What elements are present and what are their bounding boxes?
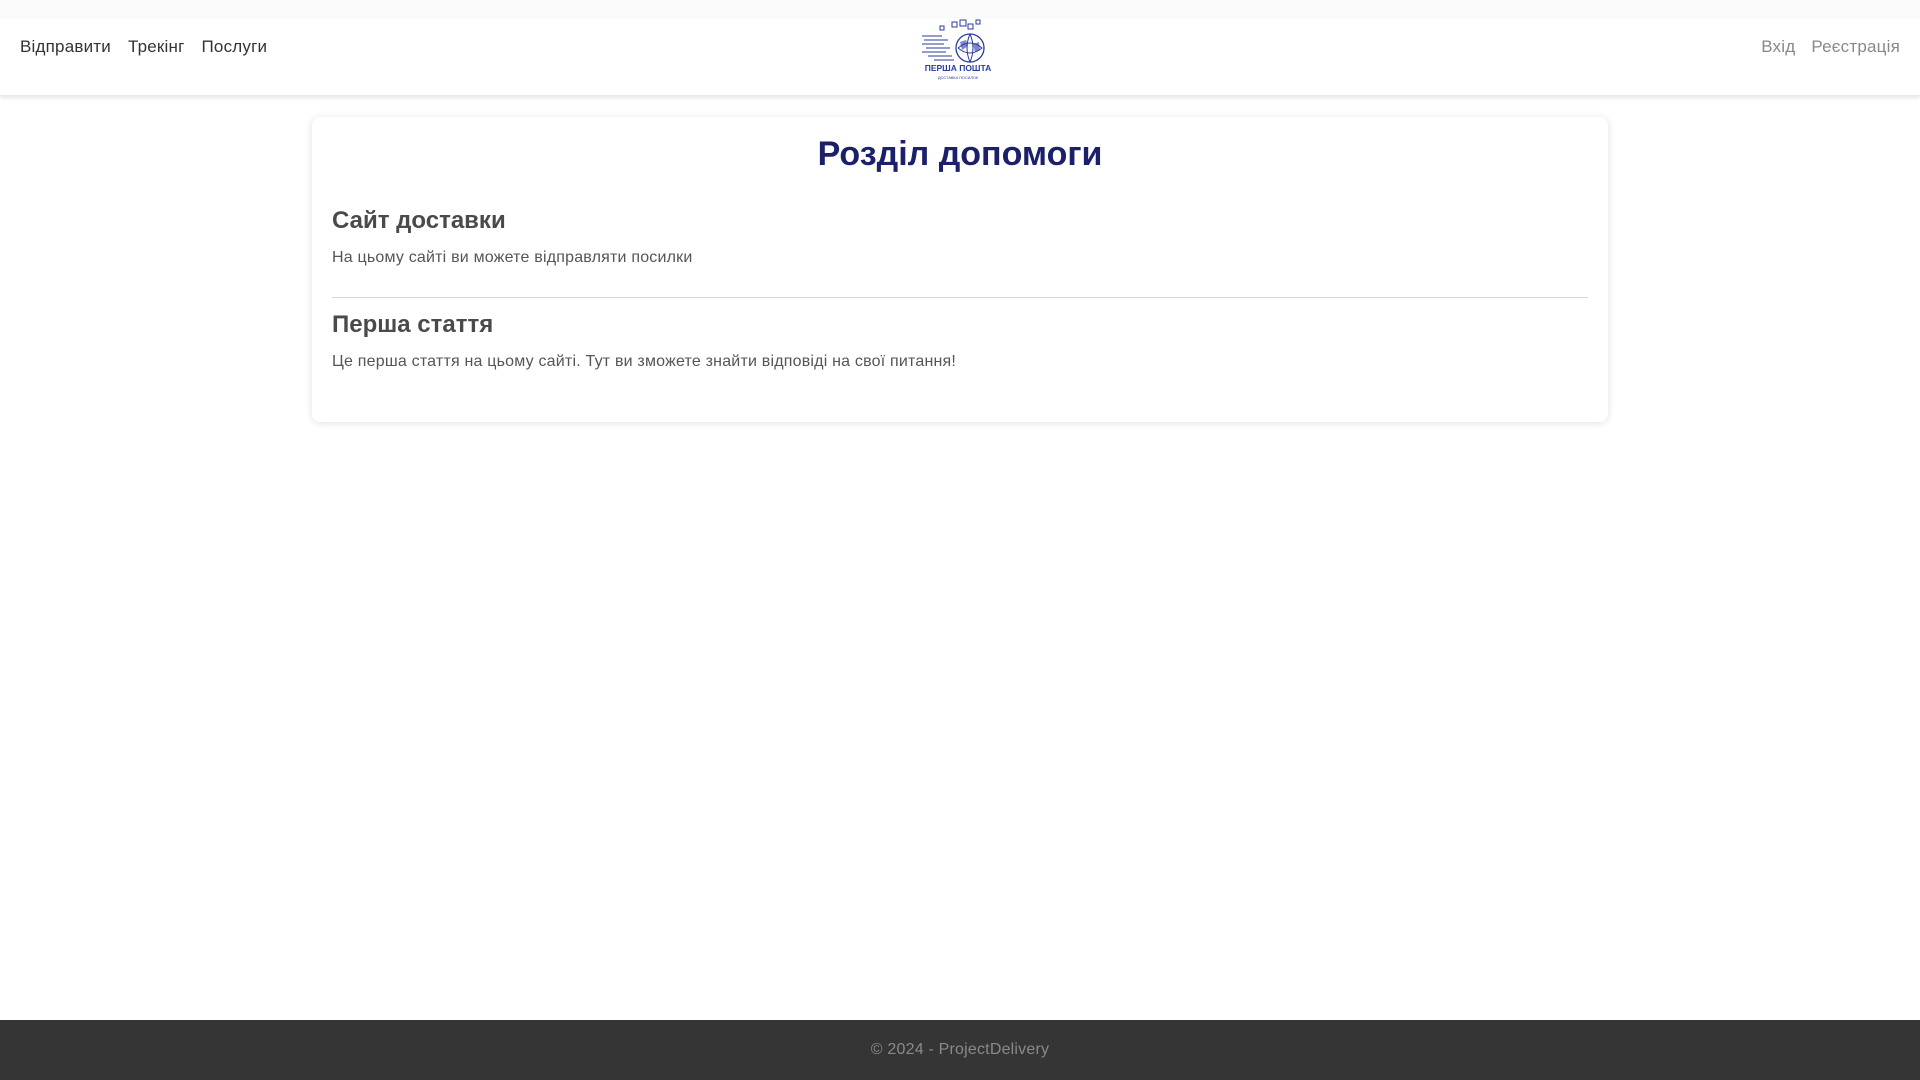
nav-link-login[interactable]: Вхід xyxy=(1761,37,1795,57)
page: Відправити Трекінг Послуги ПЕРША ПОШТА Д… xyxy=(0,0,1920,1080)
nav-right: Вхід Реєстрація xyxy=(1761,18,1900,76)
nav-link-register[interactable]: Реєстрація xyxy=(1811,37,1900,57)
article-heading: Перша стаття xyxy=(332,311,494,338)
nav-left: Відправити Трекінг Послуги xyxy=(20,18,267,76)
logo-icon: ПЕРША ПОШТА ДОСТАВКА ПОСИЛОК xyxy=(922,19,992,80)
help-card: Розділ допомоги Сайт доставки На цьому с… xyxy=(312,117,1608,422)
logo-sub-text: ДОСТАВКА ПОСИЛОК xyxy=(938,76,979,80)
top-strip xyxy=(0,0,1920,18)
article-divider xyxy=(332,297,1588,298)
article-heading: Сайт доставки xyxy=(332,207,506,234)
article-body: Це перша стаття на цьому сайті. Тут ви з… xyxy=(332,353,957,370)
navbar: Відправити Трекінг Послуги ПЕРША ПОШТА Д… xyxy=(0,18,1920,96)
article-item: Перша стаття Це перша стаття на цьому са… xyxy=(332,311,1588,371)
nav-link-tracking[interactable]: Трекінг xyxy=(128,37,185,57)
footer-copyright: © 2024 - ProjectDelivery xyxy=(870,1041,1050,1058)
page-title: Розділ допомоги xyxy=(817,135,1103,173)
logo-brand-text: ПЕРША ПОШТА xyxy=(925,63,992,73)
article-item: Сайт доставки На цьому сайті ви можете в… xyxy=(332,207,1588,267)
nav-link-services[interactable]: Послуги xyxy=(202,37,268,57)
site-logo[interactable]: ПЕРША ПОШТА ДОСТАВКА ПОСИЛОК xyxy=(920,18,996,82)
footer: © 2024 - ProjectDelivery xyxy=(0,1020,1920,1080)
nav-link-send[interactable]: Відправити xyxy=(20,37,111,57)
article-body: На цьому сайті ви можете відправляти пос… xyxy=(332,249,693,266)
